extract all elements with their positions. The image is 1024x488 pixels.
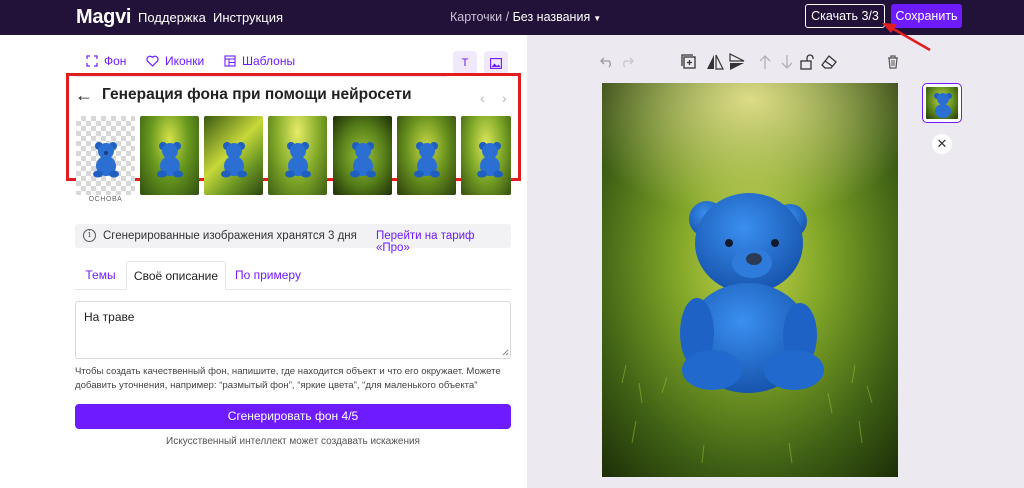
thumbnail-generated[interactable] (397, 116, 456, 195)
storage-info-bar: i Сгенерированные изображения хранятся 3… (75, 224, 511, 254)
tab-icons[interactable]: Иконки (146, 54, 204, 68)
breadcrumb-parent[interactable]: Карточки / (450, 10, 509, 24)
add-layer-icon[interactable] (680, 53, 698, 71)
template-icon (224, 55, 236, 67)
thumbnail-generated[interactable] (140, 116, 199, 195)
info-icon: i (83, 229, 96, 242)
download-button[interactable]: Скачать 3/3 (805, 4, 885, 28)
tab-themes[interactable]: Темы (75, 261, 126, 290)
storage-info-text: Сгенерированные изображения хранятся 3 д… (103, 230, 357, 242)
tab-own-description[interactable]: Своё описание (126, 261, 226, 290)
text-icon: T (461, 57, 469, 69)
move-up-icon[interactable] (756, 53, 774, 71)
tab-templates-label: Шаблоны (242, 54, 296, 68)
base-label: ОСНОВА (88, 196, 123, 203)
logo[interactable]: Magvi (76, 6, 131, 29)
bear-image (349, 142, 376, 178)
thumbnail-generated[interactable] (333, 116, 392, 195)
lock-icon[interactable] (798, 53, 816, 71)
page-thumbnail[interactable] (922, 83, 962, 123)
description-hint: Чтобы создать качественный фон, напишите… (75, 366, 501, 391)
tab-background-label: Фон (104, 54, 127, 68)
redo-icon[interactable] (618, 53, 636, 71)
upgrade-link[interactable]: Перейти на тариф «Про» (376, 230, 511, 254)
flip-vertical-icon[interactable] (728, 53, 746, 71)
tab-templates[interactable]: Шаблоны (224, 54, 295, 68)
ai-disclaimer: Искусственный интеллект может создавать … (166, 436, 420, 447)
heart-icon (146, 55, 159, 67)
bear-on-grass-image (602, 83, 898, 477)
trash-icon[interactable] (884, 53, 902, 71)
text-tool-button[interactable]: T (453, 51, 477, 75)
thumbnail-base[interactable] (76, 116, 135, 195)
save-button[interactable]: Сохранить (891, 4, 962, 28)
tab-background[interactable]: Фон (86, 54, 126, 68)
move-down-icon[interactable] (778, 53, 796, 71)
bear-image (220, 142, 247, 178)
description-input[interactable]: На траве (75, 301, 511, 359)
top-bar: Magvi Поддержка Инструкция Карточки / Бе… (0, 0, 1024, 35)
resize-grip-icon[interactable] (502, 349, 509, 356)
nav-support-link[interactable]: Поддержка (138, 10, 206, 25)
image-tool-button[interactable] (484, 51, 508, 75)
flip-horizontal-icon[interactable] (706, 53, 724, 71)
page-thumbnail-image (926, 87, 958, 119)
bear-image (413, 142, 440, 178)
bear-image (477, 142, 503, 178)
eraser-icon[interactable] (820, 53, 838, 71)
description-tabs: Темы Своё описание По примеру (75, 261, 511, 290)
canvas-image[interactable] (602, 83, 898, 477)
thumbnail-generated[interactable] (268, 116, 327, 195)
breadcrumb-current[interactable]: Без названия (513, 10, 591, 24)
tab-by-example[interactable]: По примеру (226, 261, 310, 290)
chevron-down-icon[interactable]: ▼ (593, 14, 601, 23)
close-icon[interactable]: ✕ (932, 134, 952, 154)
image-icon (490, 57, 502, 69)
generate-button[interactable]: Сгенерировать фон 4/5 (75, 404, 511, 429)
bear-image (92, 142, 119, 178)
frame-icon (86, 55, 98, 67)
nav-instruction-link[interactable]: Инструкция (213, 10, 283, 25)
bear-image (284, 142, 311, 178)
thumbnail-generated[interactable] (461, 116, 511, 195)
undo-icon[interactable] (598, 53, 616, 71)
thumbnail-generated[interactable] (204, 116, 263, 195)
bear-image (156, 142, 183, 178)
breadcrumb[interactable]: Карточки / Без названия ▼ (450, 10, 601, 24)
tab-icons-label: Иконки (165, 54, 205, 68)
